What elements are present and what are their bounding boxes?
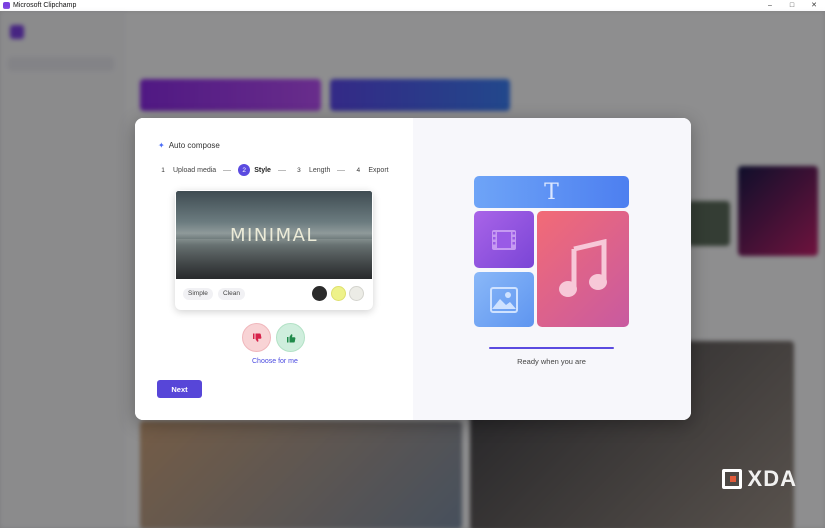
dialog-title: ✦ Auto compose [158,141,220,150]
style-preview-card[interactable]: MINIMAL Simple Clean [175,190,373,310]
music-tile [537,211,629,327]
step-label: Export [368,166,389,174]
watermark-text: XDA [747,466,797,491]
dislike-button[interactable] [242,323,271,352]
step-separator [223,169,232,171]
picture-icon [490,286,518,313]
color-swatch-cream [349,286,364,301]
style-preview-image: MINIMAL [176,191,372,279]
window-titlebar: Microsoft Clipchamp – □ ✕ [0,0,825,11]
clipchamp-app-icon [3,2,10,9]
step-number: 3 [297,166,301,174]
step-separator [277,169,286,171]
step-upload-media: 1 Upload media [157,164,216,176]
color-swatch-dark [312,286,327,301]
auto-compose-dialog: ✦ Auto compose 1 Upload media 2 Style 3 … [135,118,691,420]
text-tile-letter: T [544,179,559,205]
dialog-right-panel: T Ready when you are [413,118,691,420]
ready-status-text: Ready when you are [517,357,586,366]
image-tile [474,272,534,327]
step-number: 1 [161,166,165,174]
choose-for-me-link[interactable]: Choose for me [252,358,298,365]
window-title: Microsoft Clipchamp [13,2,77,9]
video-tile [474,211,534,268]
step-progress: 1 Upload media 2 Style 3 Length 4 Export [157,164,389,176]
dialog-left-panel: ✦ Auto compose 1 Upload media 2 Style 3 … [135,118,413,420]
music-note-icon [559,239,607,297]
xda-logo-icon [721,469,742,489]
style-preview-text: MINIMAL [230,225,318,246]
like-button[interactable] [276,323,305,352]
sparkle-icon: ✦ [158,141,165,150]
window-controls: – □ ✕ [759,0,825,11]
step-label: Upload media [173,166,217,174]
step-number: 4 [356,166,361,174]
step-label: Style [254,166,271,174]
close-window-button[interactable]: ✕ [803,0,825,11]
style-tag: Simple [183,288,213,300]
step-label: Length [308,166,331,174]
xda-watermark: XDA [721,466,797,492]
step-separator [337,169,346,171]
thumbs-down-icon [252,333,261,342]
color-swatch-yellow [331,286,346,301]
thumbs-up-icon [286,333,295,342]
minimize-button[interactable]: – [759,0,781,11]
dialog-title-text: Auto compose [168,141,220,150]
step-number: 2 [238,164,251,176]
progress-bar [489,347,614,349]
step-style: 2 Style [238,164,271,176]
text-tile: T [474,176,629,208]
film-icon [492,229,516,250]
step-length: 3 Length [293,164,330,176]
next-button[interactable]: Next [157,380,202,398]
step-export: 4 Export [352,164,389,176]
maximize-button[interactable]: □ [781,0,803,11]
style-tag: Clean [218,288,245,300]
